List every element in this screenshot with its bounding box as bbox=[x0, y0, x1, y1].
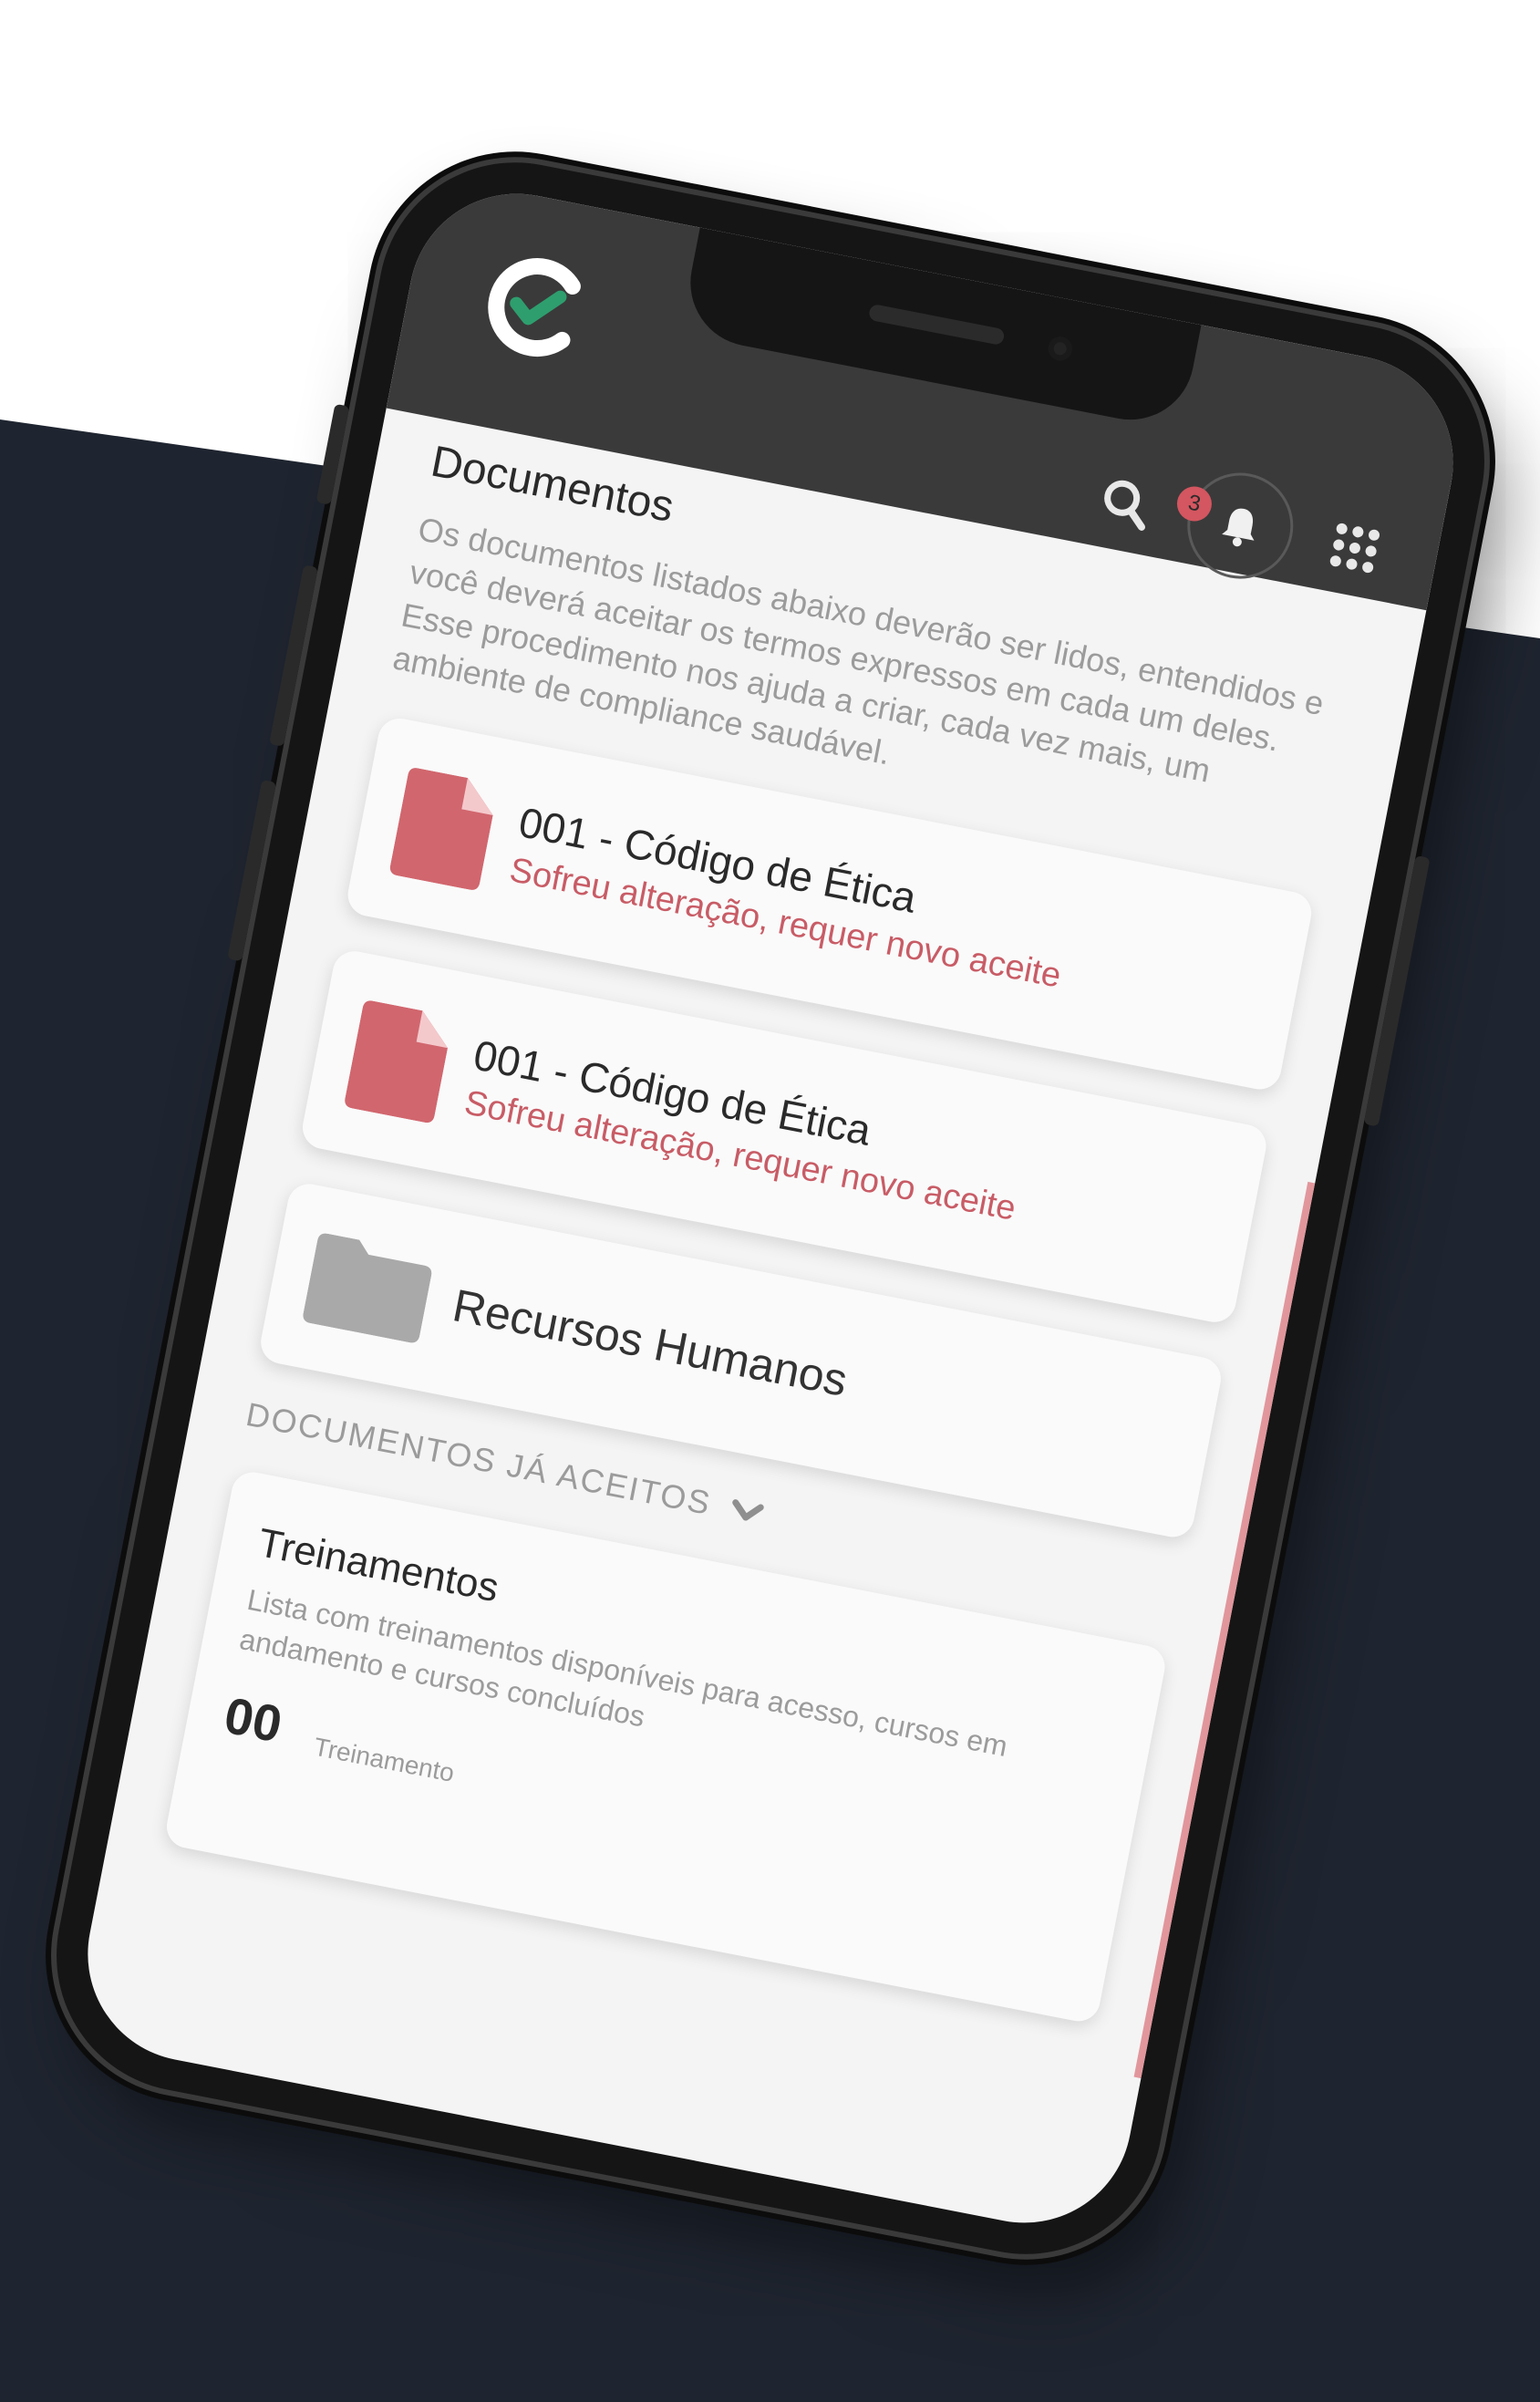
trainings-count-label: Treinamento bbox=[311, 1732, 457, 1787]
notifications-button[interactable]: 3 bbox=[1173, 463, 1303, 588]
search-icon[interactable] bbox=[1093, 471, 1157, 535]
folder-title: Recursos Humanos bbox=[449, 1279, 852, 1406]
chevron-down-icon bbox=[732, 1499, 764, 1521]
c-check-logo-icon[interactable] bbox=[471, 243, 600, 371]
file-icon bbox=[389, 768, 493, 890]
bell-icon bbox=[1222, 508, 1255, 547]
apps-grid-icon[interactable] bbox=[1323, 516, 1387, 580]
front-camera bbox=[1046, 335, 1074, 363]
notification-badge: 3 bbox=[1173, 483, 1215, 524]
document-card-text: 001 - Código de Ética Sofreu alteração, … bbox=[461, 1030, 1029, 1228]
folder-icon bbox=[303, 1233, 432, 1343]
document-card-text: 001 - Código de Ética Sofreu alteração, … bbox=[506, 797, 1074, 996]
mute-switch bbox=[315, 403, 350, 505]
documents-panel: Documentos Os documentos listados abaixo… bbox=[162, 437, 1369, 2025]
file-icon bbox=[345, 1000, 449, 1123]
speaker-grille bbox=[867, 303, 1006, 347]
trainings-count: 00 bbox=[220, 1685, 287, 1754]
